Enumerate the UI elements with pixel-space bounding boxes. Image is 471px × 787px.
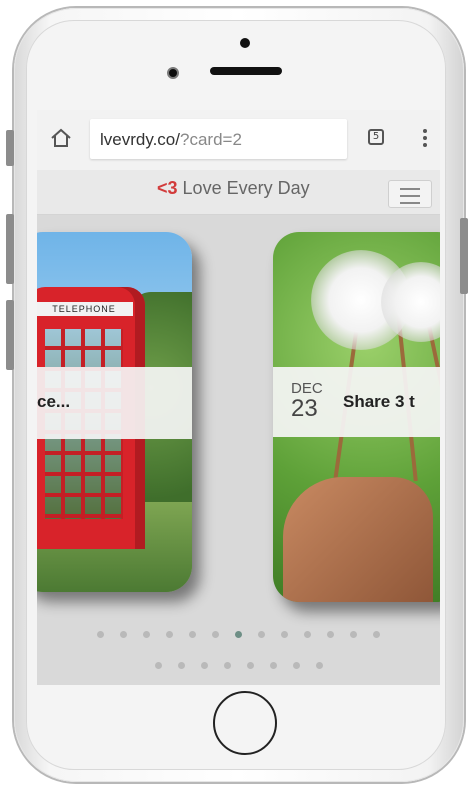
pager-dot[interactable] (373, 631, 380, 638)
mute-switch (6, 130, 14, 166)
card-carousel[interactable]: TELEPHONE ce... DEC 23 Share 3 t (37, 215, 440, 685)
browser-toolbar: lvevrdy.co/?card=2 5 (37, 110, 440, 170)
pager-dot[interactable] (235, 631, 242, 638)
volume-down-button (6, 300, 14, 370)
home-button[interactable] (213, 691, 277, 755)
hand-image (283, 477, 433, 602)
more-vert-icon[interactable] (421, 127, 429, 151)
home-icon[interactable] (49, 126, 73, 150)
earpiece-speaker (210, 67, 282, 75)
booth-sign: TELEPHONE (37, 302, 133, 316)
pager-dot[interactable] (315, 662, 323, 669)
card-telephone-booth[interactable]: TELEPHONE ce... (37, 232, 192, 592)
pager-dot[interactable] (143, 631, 150, 638)
pager-dot[interactable] (281, 631, 288, 638)
phone-screen: lvevrdy.co/?card=2 5 <3 Love Every Day T… (37, 110, 440, 685)
pager-dot[interactable] (269, 662, 277, 669)
pager-dot[interactable] (350, 631, 357, 638)
tabs-icon[interactable]: 5 (368, 129, 384, 145)
card-caption-text: ce... (37, 392, 71, 411)
volume-up-button (6, 214, 14, 284)
pager-dot[interactable] (304, 631, 311, 638)
pager-dot[interactable] (97, 631, 104, 638)
app-title-text: Love Every Day (182, 178, 310, 198)
pager-dot[interactable] (292, 662, 300, 669)
url-query: ?card=2 (180, 130, 242, 149)
hamburger-icon[interactable] (388, 180, 432, 208)
pager-dot[interactable] (246, 662, 254, 669)
card-caption: DEC 23 Share 3 t (273, 367, 440, 437)
pager-dot[interactable] (327, 631, 334, 638)
pager-dots-row-2 (37, 656, 440, 674)
app-header: <3 Love Every Day (37, 170, 440, 215)
pager-dots-row-1 (37, 625, 440, 643)
card-caption: ce... (37, 367, 192, 439)
pager-dot[interactable] (223, 662, 231, 669)
pager-dot[interactable] (212, 631, 219, 638)
front-camera (167, 67, 179, 79)
app-title: <3 Love Every Day (157, 178, 310, 199)
url-field[interactable]: lvevrdy.co/?card=2 (90, 119, 347, 159)
pager-dot[interactable] (200, 662, 208, 669)
pager-dot[interactable] (258, 631, 265, 638)
url-host: lvevrdy.co/ (100, 130, 180, 149)
card-dandelions[interactable]: DEC 23 Share 3 t (273, 232, 440, 602)
pager-dot[interactable] (166, 631, 173, 638)
card-caption-text: Share 3 t (343, 392, 415, 411)
pager-dot[interactable] (154, 662, 162, 669)
heart-logo: <3 (157, 178, 178, 198)
proximity-sensor (240, 38, 250, 48)
url-text: lvevrdy.co/?card=2 (100, 130, 242, 150)
tab-count: 5 (372, 131, 380, 142)
power-button (460, 218, 468, 294)
pager-dot[interactable] (189, 631, 196, 638)
pager-dot[interactable] (120, 631, 127, 638)
date-day: 23 (291, 395, 318, 422)
pager-dot[interactable] (177, 662, 185, 669)
